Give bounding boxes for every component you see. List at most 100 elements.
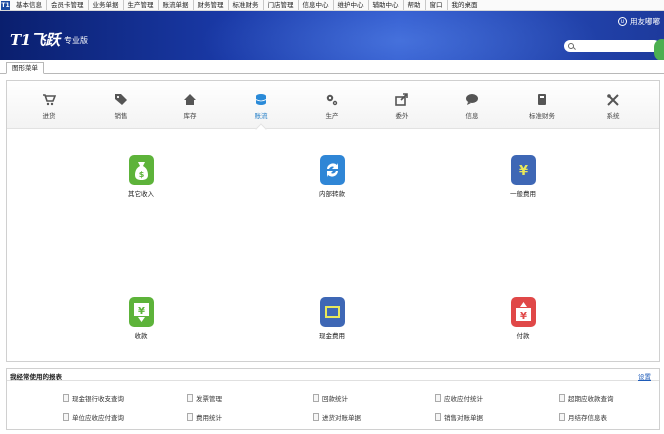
- report-link[interactable]: 回款统计: [313, 393, 348, 403]
- menu-assist[interactable]: 辅助中心: [369, 0, 404, 10]
- menu-account-docs[interactable]: 账流单据: [159, 0, 194, 10]
- cart-icon: [43, 94, 56, 106]
- report-link[interactable]: 超期应收款查询: [559, 393, 614, 403]
- module-outsourcing[interactable]: 委外: [377, 93, 427, 120]
- report-label: 单位应收应付查询: [72, 414, 124, 422]
- menu-help[interactable]: 帮助: [404, 0, 426, 10]
- menubar: T1 基本信息 会员卡管理 业务单据 生产管理 账流单据 财务管理 标准财务 门…: [0, 0, 664, 11]
- report-label: 回款统计: [322, 395, 348, 403]
- func-other-income[interactable]: $ 其它收入: [111, 155, 171, 198]
- yen-icon: ¥: [510, 155, 536, 185]
- module-label: 销售: [114, 112, 128, 120]
- search-icon[interactable]: [568, 43, 574, 49]
- module-account-flow[interactable]: 账流: [236, 93, 286, 120]
- module-info[interactable]: 信息: [447, 93, 497, 120]
- module-label: 进货: [42, 112, 56, 120]
- menu-business-docs[interactable]: 业务单据: [89, 0, 124, 10]
- report-link[interactable]: 进货对账单据: [313, 412, 361, 422]
- module-label: 信息: [465, 112, 479, 120]
- settings-link[interactable]: 设置: [638, 371, 651, 381]
- document-icon: [63, 394, 69, 402]
- app-icon[interactable]: T1: [1, 0, 10, 10]
- menu-production[interactable]: 生产管理: [124, 0, 159, 10]
- func-cash-expense[interactable]: 现金费用: [302, 297, 362, 340]
- module-production[interactable]: 生产: [307, 93, 357, 120]
- yen-down-icon: ¥: [128, 297, 154, 327]
- report-link[interactable]: 现金银行收支查询: [63, 393, 124, 403]
- money-bag-icon: $: [128, 155, 154, 185]
- document-icon: [559, 394, 565, 402]
- cash-icon: [319, 297, 345, 327]
- document-icon: [187, 394, 193, 402]
- func-general-expense[interactable]: ¥ 一般费用: [493, 155, 553, 198]
- tab-graphic-menu[interactable]: 图形菜单: [6, 62, 44, 74]
- module-standard-finance[interactable]: 标准财务: [517, 93, 567, 120]
- report-link[interactable]: 单位应收应付查询: [63, 412, 124, 422]
- document-icon: [313, 394, 319, 402]
- func-label: 内部转款: [319, 190, 345, 198]
- svg-text:¥: ¥: [138, 306, 145, 317]
- active-module-caret: [255, 123, 267, 135]
- document-icon: [187, 413, 193, 421]
- document-icon: [559, 413, 565, 421]
- tools-icon: [607, 94, 619, 106]
- menu-my-desktop[interactable]: 我的桌面: [448, 0, 482, 10]
- report-label: 销售对账单据: [444, 414, 483, 422]
- coins-icon: [255, 94, 267, 105]
- menu-basic-info[interactable]: 基本信息: [12, 0, 47, 10]
- search-input[interactable]: [574, 41, 654, 51]
- document-icon: [63, 413, 69, 421]
- report-link[interactable]: 销售对账单据: [435, 412, 483, 422]
- menu-finance[interactable]: 财务管理: [194, 0, 229, 10]
- menu-standard-finance[interactable]: 标准财务: [229, 0, 264, 10]
- module-sales[interactable]: 销售: [96, 93, 146, 120]
- brand-link[interactable]: ∪ 用友嘟嘟: [618, 16, 660, 27]
- tab-bar: 图形菜单: [0, 60, 664, 74]
- refresh-icon: [319, 155, 345, 185]
- banner: T1飞跃 专业版 ∪ 用友嘟嘟: [0, 11, 664, 60]
- func-label: 一般费用: [510, 190, 536, 198]
- report-link[interactable]: 月结存信息表: [559, 412, 607, 422]
- func-label: 现金费用: [319, 332, 345, 340]
- brand-label: 用友嘟嘟: [630, 17, 660, 26]
- frequent-reports-panel: 我经常使用的报表 设置 现金银行收支查询 发票管理 回款统计 应收应付统计 超期…: [6, 368, 660, 430]
- menu-member-card[interactable]: 会员卡管理: [47, 0, 89, 10]
- menu-info-center[interactable]: 信息中心: [299, 0, 334, 10]
- menu-maintenance[interactable]: 维护中心: [334, 0, 369, 10]
- report-link[interactable]: 费用统计: [187, 412, 222, 422]
- func-receipt[interactable]: ¥ 收款: [111, 297, 171, 340]
- module-label: 系统: [606, 112, 620, 120]
- gears-icon: [326, 94, 338, 106]
- module-label: 标准财务: [529, 112, 555, 120]
- frequent-reports-title: 我经常使用的报表: [10, 373, 62, 381]
- func-internal-transfer[interactable]: 内部转款: [302, 155, 362, 198]
- report-link[interactable]: 应收应付统计: [435, 393, 483, 403]
- assistant-float-icon[interactable]: [654, 39, 664, 60]
- search-box[interactable]: [564, 40, 660, 52]
- func-payment[interactable]: ¥ 付款: [493, 297, 553, 340]
- module-inventory[interactable]: 库存: [165, 93, 215, 120]
- report-label: 费用统计: [196, 414, 222, 422]
- menu-store[interactable]: 门店管理: [264, 0, 299, 10]
- svg-text:$: $: [138, 170, 144, 179]
- yonyou-icon: ∪: [618, 17, 627, 26]
- menu-window[interactable]: 窗口: [426, 0, 448, 10]
- report-label: 现金银行收支查询: [72, 395, 124, 403]
- module-system[interactable]: 系统: [588, 93, 638, 120]
- product-logo: T1飞跃: [10, 31, 60, 49]
- svg-text:¥: ¥: [520, 311, 527, 322]
- document-icon: [435, 394, 441, 402]
- tag-icon: [115, 94, 127, 105]
- yen-up-icon: ¥: [510, 297, 536, 327]
- module-bar: 进货 销售 库存 账流 生产 委外 信息 标准财务 系统: [7, 81, 659, 135]
- module-label: 生产: [325, 112, 339, 120]
- module-label: 委外: [395, 112, 409, 120]
- module-label: 库存: [183, 112, 197, 120]
- document-icon: [435, 413, 441, 421]
- edition-label: 专业版: [64, 36, 88, 45]
- module-purchase[interactable]: 进货: [24, 93, 74, 120]
- report-link[interactable]: 发票管理: [187, 393, 222, 403]
- document-icon: [313, 413, 319, 421]
- func-label: 收款: [134, 332, 148, 340]
- report-label: 进货对账单据: [322, 414, 361, 422]
